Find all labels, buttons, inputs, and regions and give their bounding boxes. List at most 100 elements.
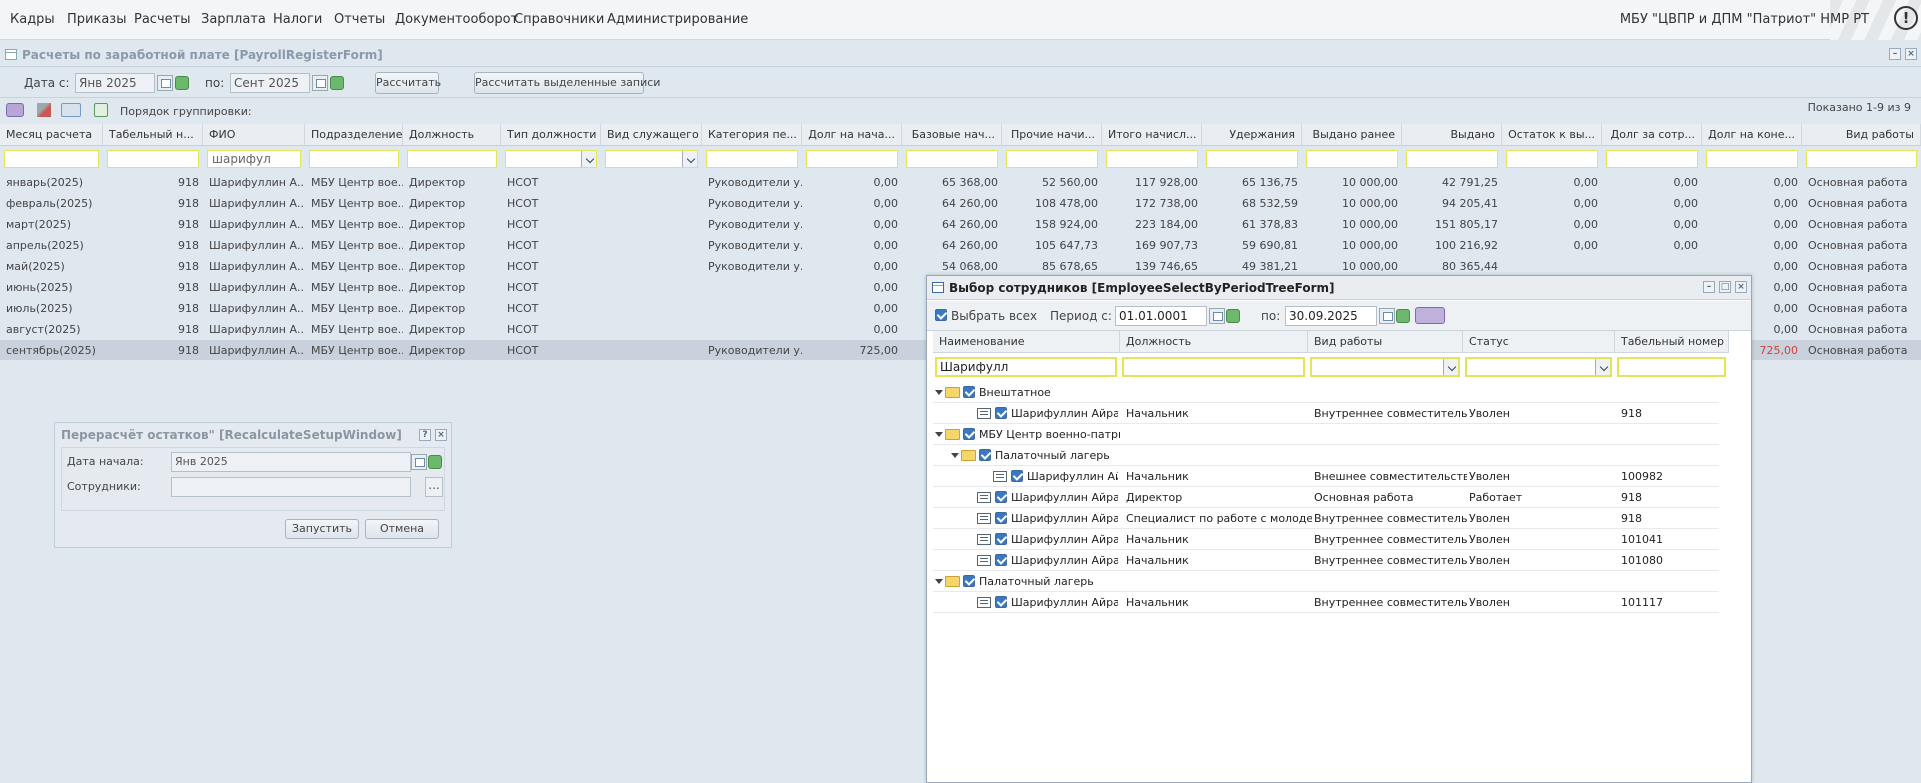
minimize-icon[interactable]: –	[1889, 48, 1901, 60]
tree-row[interactable]: Шарифуллин Айрат Га... Начальник Внутренне…	[933, 592, 1719, 613]
tree-checkbox[interactable]	[963, 386, 975, 398]
menu-references[interactable]: Справочники	[514, 12, 604, 27]
column-filter-input[interactable]	[1606, 150, 1698, 168]
print-icon[interactable]	[61, 103, 81, 117]
expand-toggle-icon[interactable]	[935, 579, 943, 584]
tree-checkbox[interactable]	[995, 407, 1007, 419]
period-from-field[interactable]: 01.01.0001	[1115, 306, 1207, 326]
period-to-field[interactable]: 30.09.2025	[1285, 306, 1377, 326]
tree-checkbox[interactable]	[995, 512, 1007, 524]
tree-checkbox[interactable]	[963, 428, 975, 440]
column-filter-input[interactable]	[4, 150, 99, 168]
table-row[interactable]: март(2025) 918 Шарифуллин А... МБУ Центр во…	[0, 214, 1921, 235]
tree-row[interactable]: Палаточный лагерь	[933, 571, 1719, 592]
column-header[interactable]: Должность	[403, 124, 501, 146]
column-header[interactable]: Вид работы	[1802, 124, 1921, 146]
calculate-button[interactable]: Рассчитать	[375, 72, 441, 94]
tree-row[interactable]: Шарифуллин Айрат Га... Начальник Внутренне…	[933, 550, 1719, 571]
tree-checkbox[interactable]	[979, 449, 991, 461]
tree-row[interactable]: Внештатное	[933, 382, 1719, 403]
column-header[interactable]: Выдано	[1402, 124, 1502, 146]
menu-taxes[interactable]: Налоги	[273, 12, 322, 27]
expand-toggle-icon[interactable]	[951, 453, 959, 458]
tree-checkbox[interactable]	[995, 533, 1007, 545]
clear-filter-icon[interactable]	[37, 103, 51, 117]
help-icon[interactable]: ?	[419, 429, 431, 441]
column-filter-input[interactable]	[1006, 150, 1098, 168]
expand-toggle-icon[interactable]	[935, 432, 943, 437]
calendar-icon[interactable]	[1209, 308, 1225, 324]
tree-row[interactable]: Шарифуллин Айрат... Начальник Внешнее совм…	[933, 466, 1719, 487]
table-row[interactable]: январь(2025) 918 Шарифуллин А... МБУ Центр …	[0, 172, 1921, 193]
column-header[interactable]: Категория пе...	[702, 124, 802, 146]
close-icon[interactable]: ×	[1905, 48, 1917, 60]
tree-row[interactable]: Шарифуллин Айрат Га... Специалист по рабо…	[933, 508, 1719, 529]
refresh-date-icon[interactable]	[175, 76, 189, 90]
column-header[interactable]: Подразделение	[305, 124, 403, 146]
menu-document-flow[interactable]: Документооборот	[395, 12, 518, 27]
column-filter-input[interactable]	[505, 150, 597, 168]
column-header[interactable]: Остаток к вы...	[1502, 124, 1602, 146]
column-header[interactable]: Базовые нач...	[902, 124, 1002, 146]
column-filter-input[interactable]	[906, 150, 998, 168]
column-filter-input[interactable]	[107, 150, 199, 168]
menu-salary[interactable]: Зарплата	[201, 12, 266, 27]
emp-column-header[interactable]: Табельный номер	[1615, 331, 1729, 353]
calendar-icon[interactable]	[411, 454, 427, 470]
column-header[interactable]: Долг за сотр...	[1602, 124, 1702, 146]
column-filter-input[interactable]	[309, 150, 399, 168]
table-row[interactable]: апрель(2025) 918 Шарифуллин А... МБУ Центр …	[0, 235, 1921, 256]
employees-picker-button[interactable]: ...	[425, 477, 443, 497]
column-header[interactable]: Месяц расчета	[0, 124, 103, 146]
table-row[interactable]: май(2025) 918 Шарифуллин А... МБУ Центр вое…	[0, 256, 1921, 277]
column-filter-input[interactable]	[1506, 150, 1598, 168]
column-filter-input[interactable]	[1206, 150, 1298, 168]
tree-checkbox[interactable]	[995, 596, 1007, 608]
close-icon[interactable]: ×	[1735, 281, 1747, 293]
tree-checkbox[interactable]	[995, 554, 1007, 566]
menu-personnel[interactable]: Кадры	[10, 12, 55, 27]
column-header[interactable]: Выдано ранее	[1302, 124, 1402, 146]
fio-filter-input[interactable]: шарифул	[207, 150, 301, 168]
menu-administration[interactable]: Администрирование	[607, 12, 748, 27]
select-all-checkbox[interactable]	[935, 309, 947, 321]
tree-row[interactable]: Шарифуллин Айрат Га... Начальник Внутренне…	[933, 403, 1719, 424]
tree-row[interactable]: МБУ Центр военно-патри...	[933, 424, 1719, 445]
info-icon[interactable]: !	[1894, 6, 1918, 30]
date-from-field[interactable]: Янв 2025	[75, 73, 155, 93]
column-header[interactable]: Тип должности	[501, 124, 601, 146]
column-header[interactable]: Прочие начи...	[1002, 124, 1102, 146]
settings-icon[interactable]	[6, 103, 24, 117]
column-header[interactable]: Удержания	[1202, 124, 1302, 146]
maximize-icon[interactable]: □	[1719, 281, 1731, 293]
refresh-date-icon[interactable]	[330, 76, 344, 90]
settings-dropdown-icon[interactable]	[1415, 307, 1445, 324]
refresh-date-icon[interactable]	[428, 455, 442, 469]
tree-row[interactable]: Шарифуллин Айрат Га... Директор Основная р…	[933, 487, 1719, 508]
emp-column-filter-input[interactable]	[1617, 357, 1726, 377]
refresh-icon[interactable]	[94, 103, 108, 117]
emp-column-header[interactable]: Должность	[1120, 331, 1308, 353]
column-header[interactable]: Долг на нача...	[802, 124, 902, 146]
emp-column-header[interactable]: Наименование	[933, 331, 1120, 353]
refresh-date-icon[interactable]	[1226, 309, 1240, 323]
column-header[interactable]: Итого начисл...	[1102, 124, 1202, 146]
menu-reports[interactable]: Отчеты	[334, 12, 385, 27]
close-icon[interactable]: ×	[435, 429, 447, 441]
column-filter-input[interactable]	[1706, 150, 1798, 168]
calculate-selected-button[interactable]: Рассчитать выделенные записи	[474, 72, 660, 94]
start-date-field[interactable]: Янв 2025	[171, 452, 411, 472]
tree-checkbox[interactable]	[1011, 470, 1023, 482]
column-filter-input[interactable]	[706, 150, 798, 168]
calendar-icon[interactable]	[157, 75, 173, 91]
employees-field[interactable]	[171, 477, 411, 497]
calendar-icon[interactable]	[1379, 308, 1395, 324]
emp-column-filter-input[interactable]	[1122, 357, 1305, 377]
run-button[interactable]: Запустить	[285, 519, 359, 539]
column-filter-input[interactable]	[407, 150, 497, 168]
expand-toggle-icon[interactable]	[935, 390, 943, 395]
column-filter-input[interactable]	[1106, 150, 1198, 168]
date-to-field[interactable]: Сент 2025	[230, 73, 310, 93]
refresh-date-icon[interactable]	[1396, 309, 1410, 323]
emp-column-header[interactable]: Вид работы	[1308, 331, 1463, 353]
